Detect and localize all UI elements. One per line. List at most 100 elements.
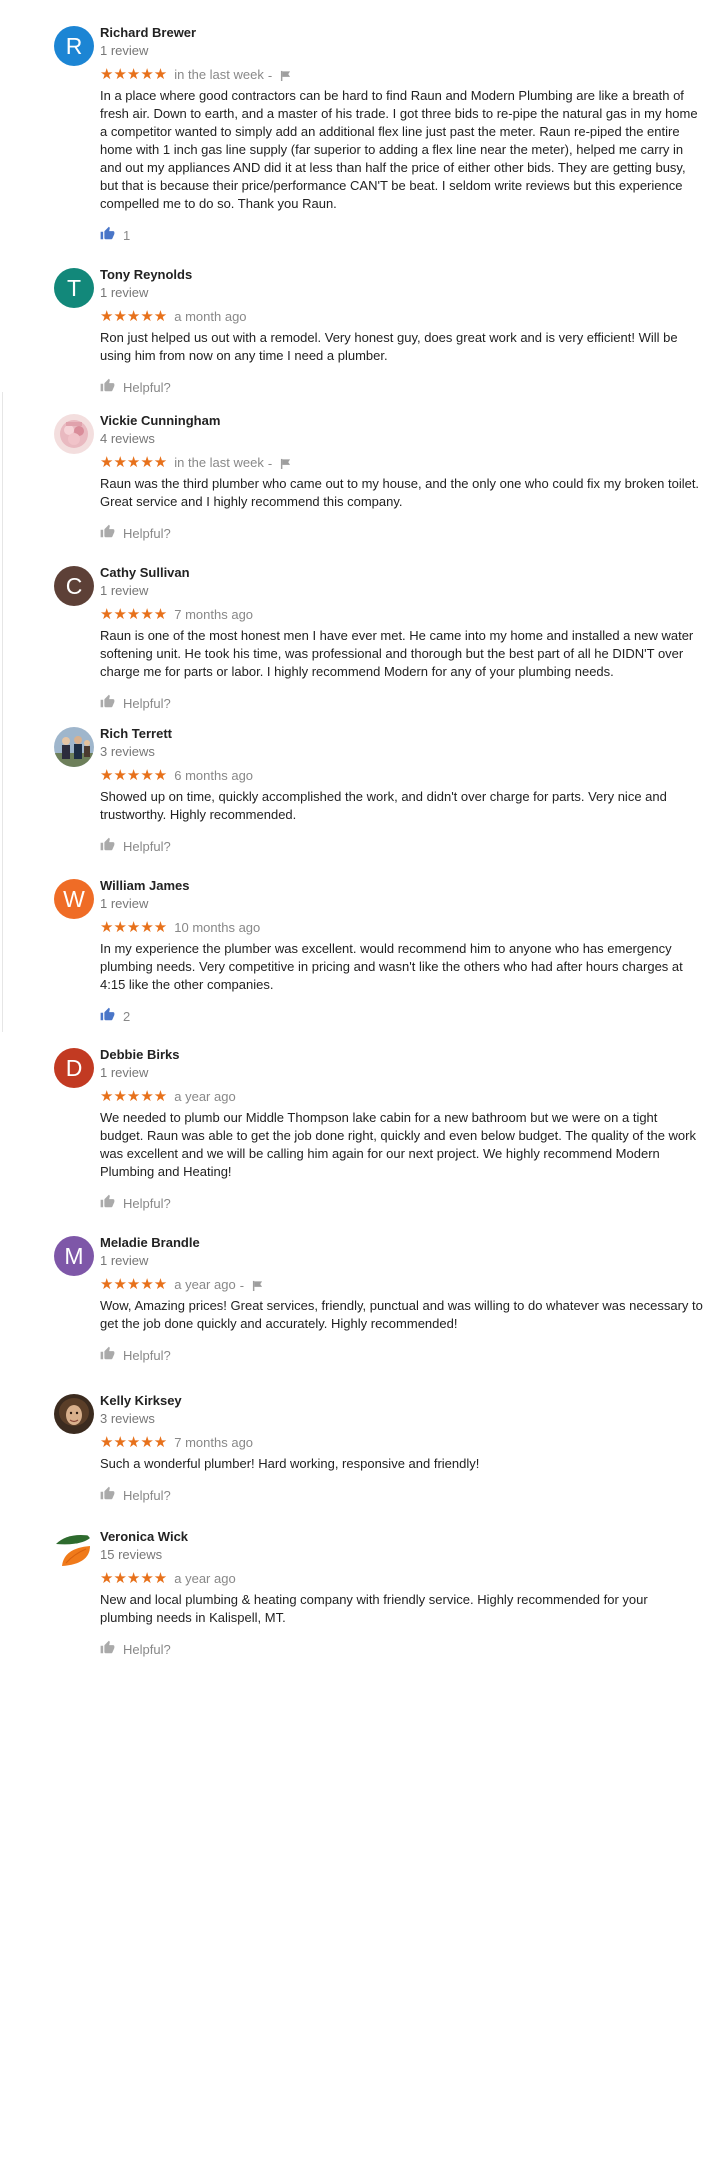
flag-icon[interactable] xyxy=(252,1280,263,1291)
flag-icon[interactable] xyxy=(280,70,291,81)
helpful-button[interactable]: Helpful? xyxy=(100,1640,704,1658)
review-content: Cathy Sullivan 1 review ★★★★★ 7 months ago R… xyxy=(100,564,704,712)
avatar-letter: R xyxy=(65,32,83,59)
reviewer-name[interactable]: Veronica Wick xyxy=(100,1528,704,1545)
review-count: 1 review xyxy=(100,1253,149,1268)
review-content: Debbie Birks 1 review ★★★★★ a year ago We ne… xyxy=(100,1046,704,1212)
avatar[interactable]: W xyxy=(54,879,94,919)
star-rating: ★★★★★ xyxy=(100,919,168,936)
thumbs-up-icon xyxy=(100,1346,115,1365)
avatar[interactable] xyxy=(54,1394,94,1434)
reviewer-name[interactable]: Richard Brewer xyxy=(100,24,704,41)
review-meta: ★★★★★ in the last week - xyxy=(100,454,704,472)
review-content: Rich Terrett 3 reviews ★★★★★ 6 months ago Sh… xyxy=(100,725,704,855)
thumbs-up-icon xyxy=(100,1640,115,1659)
review-text: Such a wonderful plumber! Hard working, … xyxy=(100,1456,480,1471)
avatar[interactable] xyxy=(54,414,94,454)
avatar[interactable]: D xyxy=(54,1048,94,1088)
star-rating: ★★★★★ xyxy=(100,1434,168,1451)
review-text: In my experience the plumber was excelle… xyxy=(100,941,683,992)
review-date: a year ago xyxy=(174,1571,236,1586)
avatar[interactable]: M xyxy=(54,1236,94,1276)
avatar-letter: M xyxy=(64,1242,84,1269)
review-date: in the last week xyxy=(174,67,264,82)
star-rating: ★★★★★ xyxy=(100,1088,168,1105)
review-date: a month ago xyxy=(174,309,247,324)
reviewer-name[interactable]: Debbie Birks xyxy=(100,1046,704,1063)
review-content: William James 1 review ★★★★★ 10 months ago I… xyxy=(100,877,704,1025)
helpful-button[interactable]: Helpful? xyxy=(100,524,704,542)
star-rating: ★★★★★ xyxy=(100,606,168,623)
avatar-letter: T xyxy=(66,274,82,301)
review-count: 1 review xyxy=(100,285,149,300)
review-content: Richard Brewer 1 review ★★★★★ in the last w… xyxy=(100,24,704,244)
helpful-button[interactable]: Helpful? xyxy=(100,694,704,712)
reviewer-name[interactable]: Cathy Sullivan xyxy=(100,564,704,581)
reviewer-name[interactable]: Kelly Kirksey xyxy=(100,1392,704,1409)
review-content: Meladie Brandle 1 review ★★★★★ a year ago - W… xyxy=(100,1234,704,1364)
review-meta: ★★★★★ 6 months ago xyxy=(100,767,704,785)
avatar-letter: C xyxy=(65,572,83,599)
helpful-button[interactable]: Helpful? xyxy=(100,837,704,855)
helpful-label: Helpful? xyxy=(123,838,171,854)
review-text: Ron just helped us out with a remodel. V… xyxy=(100,330,678,363)
review-date: 10 months ago xyxy=(174,920,261,935)
review-count: 3 reviews xyxy=(100,744,155,759)
review-meta: ★★★★★ a year ago xyxy=(100,1570,704,1588)
avatar[interactable]: C xyxy=(54,566,94,606)
reviewer-name[interactable]: William James xyxy=(100,877,704,894)
avatar-letter: D xyxy=(65,1054,83,1081)
review-text: New and local plumbing & heating company… xyxy=(100,1592,648,1625)
helpful-label: 1 xyxy=(123,227,131,243)
review-meta: ★★★★★ 10 months ago xyxy=(100,919,704,937)
review-meta: ★★★★★ a year ago xyxy=(100,1088,704,1106)
review-text: Wow, Amazing prices! Great services, fri… xyxy=(100,1298,703,1331)
helpful-button[interactable]: Helpful? xyxy=(100,1486,704,1504)
thumbs-up-icon xyxy=(100,1194,115,1213)
review-meta: ★★★★★ in the last week - xyxy=(100,66,704,84)
review-date: 7 months ago xyxy=(174,1435,254,1450)
helpful-label: Helpful? xyxy=(123,1487,171,1503)
review-content: Vickie Cunningham 4 reviews ★★★★★ in the la… xyxy=(100,412,704,542)
separator-dash: - xyxy=(267,67,273,83)
reviewer-name[interactable]: Tony Reynolds xyxy=(100,266,704,283)
review-content: Kelly Kirksey 3 reviews ★★★★★ 7 months ago S… xyxy=(100,1392,704,1504)
helpful-button[interactable]: 1 xyxy=(100,226,704,244)
thumbs-up-icon xyxy=(100,378,115,397)
review-text: In a place where good contractors can be… xyxy=(100,88,698,211)
page-edge-divider xyxy=(2,392,3,1032)
review-content: Tony Reynolds 1 review ★★★★★ a month ago Ron… xyxy=(100,266,704,396)
helpful-button[interactable]: Helpful? xyxy=(100,1346,704,1364)
star-rating: ★★★★★ xyxy=(100,308,168,325)
helpful-button[interactable]: 2 xyxy=(100,1007,704,1025)
separator-dash: - xyxy=(267,455,273,471)
review-meta: ★★★★★ 7 months ago xyxy=(100,606,704,624)
review-count: 1 review xyxy=(100,583,149,598)
avatar[interactable]: R xyxy=(54,26,94,66)
reviewer-name[interactable]: Vickie Cunningham xyxy=(100,412,704,429)
review-text: Raun was the third plumber who came out … xyxy=(100,476,700,509)
review-text: Raun is one of the most honest men I hav… xyxy=(100,628,694,679)
review-meta: ★★★★★ a month ago xyxy=(100,308,704,326)
star-rating: ★★★★★ xyxy=(100,1276,168,1293)
avatar[interactable]: T xyxy=(54,268,94,308)
reviewer-name[interactable]: Meladie Brandle xyxy=(100,1234,704,1251)
avatar[interactable] xyxy=(54,1530,94,1570)
review-text: Showed up on time, quickly accomplished … xyxy=(100,789,667,822)
flag-icon[interactable] xyxy=(280,458,291,469)
avatar-letter: W xyxy=(63,885,85,912)
thumbs-up-icon xyxy=(100,837,115,856)
helpful-button[interactable]: Helpful? xyxy=(100,1194,704,1212)
review-count: 15 reviews xyxy=(100,1547,163,1562)
review-date: a year ago xyxy=(174,1277,236,1292)
review-count: 1 review xyxy=(100,1065,149,1080)
helpful-button[interactable]: Helpful? xyxy=(100,378,704,396)
review-text: We needed to plumb our Middle Thompson l… xyxy=(100,1110,696,1179)
thumbs-up-icon xyxy=(100,226,115,245)
reviewer-name[interactable]: Rich Terrett xyxy=(100,725,704,742)
thumbs-up-icon xyxy=(100,694,115,713)
avatar[interactable] xyxy=(54,727,94,767)
helpful-label: Helpful? xyxy=(123,1641,171,1657)
helpful-label: 2 xyxy=(123,1008,131,1024)
star-rating: ★★★★★ xyxy=(100,1570,168,1587)
